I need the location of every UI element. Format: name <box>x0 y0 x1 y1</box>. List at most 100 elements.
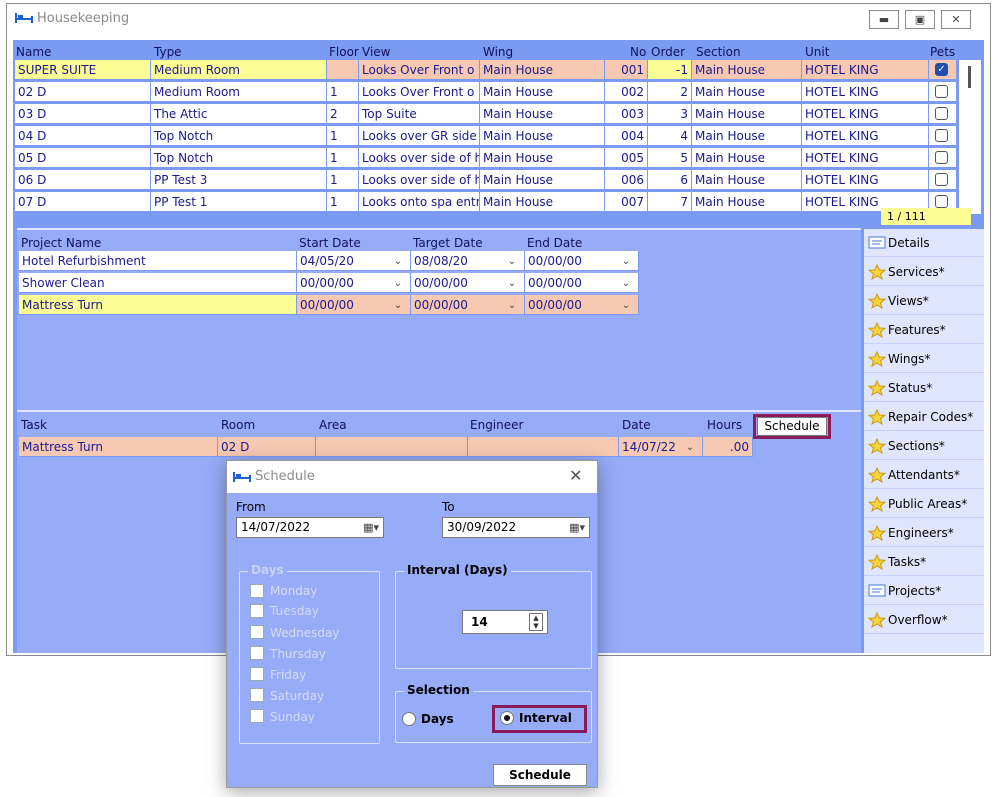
rooms-scrollbar[interactable] <box>959 60 981 214</box>
room-unit[interactable]: HOTEL KING <box>802 170 929 190</box>
room-section[interactable]: Main House <box>692 104 802 124</box>
room-section[interactable]: Main House <box>692 170 802 190</box>
task-engineer[interactable] <box>468 437 619 457</box>
col-header-engineer[interactable]: Engineer <box>470 418 523 432</box>
chevron-down-icon[interactable]: ⌄ <box>616 297 636 314</box>
project-start-date[interactable]: 00/00/00 ⌄ <box>297 295 411 315</box>
room-order[interactable]: 2 <box>648 82 692 102</box>
room-unit[interactable]: HOTEL KING <box>802 82 929 102</box>
room-section[interactable]: Main House <box>692 148 802 168</box>
col-header-task[interactable]: Task <box>21 418 47 432</box>
sidebar-item-sections[interactable]: Sections* <box>864 432 984 460</box>
scrollbar-thumb[interactable] <box>968 66 971 88</box>
chevron-down-icon[interactable]: ⌄ <box>680 439 700 456</box>
room-no[interactable]: 003 <box>605 104 648 124</box>
pets-checkbox[interactable] <box>935 151 948 164</box>
room-order[interactable]: 7 <box>648 192 692 212</box>
room-wing[interactable]: Main House <box>480 148 605 168</box>
task-area[interactable] <box>316 437 468 457</box>
sidebar-item-repair-codes[interactable]: Repair Codes* <box>864 403 984 431</box>
saturday-checkbox[interactable] <box>250 688 264 702</box>
minimize-button[interactable]: ▬ <box>869 10 899 29</box>
task-name[interactable]: Mattress Turn <box>19 437 218 457</box>
room-unit[interactable]: HOTEL KING <box>802 126 929 146</box>
room-section[interactable]: Main House <box>692 192 802 212</box>
room-floor[interactable]: 1 <box>327 126 359 146</box>
chevron-down-icon[interactable]: ⌄ <box>616 275 636 292</box>
room-name[interactable]: 05 D <box>15 148 151 168</box>
project-end-date[interactable]: 00/00/00 ⌄ <box>525 295 639 315</box>
room-section[interactable]: Main House <box>692 82 802 102</box>
monday-checkbox[interactable] <box>250 584 264 598</box>
pets-checkbox[interactable] <box>935 85 948 98</box>
room-no[interactable]: 005 <box>605 148 648 168</box>
col-header-date[interactable]: Date <box>622 418 651 432</box>
col-header-floor[interactable]: Floor <box>329 45 359 59</box>
project-target-date[interactable]: 00/00/00 ⌄ <box>411 273 525 293</box>
room-no[interactable]: 007 <box>605 192 648 212</box>
friday-checkbox[interactable] <box>250 667 264 681</box>
pets-checkbox[interactable] <box>935 107 948 120</box>
room-floor[interactable]: 1 <box>327 192 359 212</box>
room-type[interactable]: The Attic <box>151 104 327 124</box>
room-order[interactable]: 4 <box>648 126 692 146</box>
col-header-view[interactable]: View <box>362 45 390 59</box>
col-header-wing[interactable]: Wing <box>483 45 513 59</box>
col-header-section[interactable]: Section <box>696 45 741 59</box>
col-header-name[interactable]: Name <box>16 45 51 59</box>
room-name[interactable]: 03 D <box>15 104 151 124</box>
maximize-button[interactable]: ▣ <box>905 10 935 29</box>
chevron-down-icon[interactable]: ⌄ <box>502 253 522 270</box>
room-type[interactable]: PP Test 3 <box>151 170 327 190</box>
sidebar-item-views[interactable]: Views* <box>864 287 984 315</box>
room-order[interactable]: 6 <box>648 170 692 190</box>
project-name[interactable]: Mattress Turn <box>19 295 297 315</box>
chevron-down-icon[interactable]: ⌄ <box>616 253 636 270</box>
room-no[interactable]: 006 <box>605 170 648 190</box>
room-wing[interactable]: Main House <box>480 126 605 146</box>
room-type[interactable]: Medium Room <box>151 82 327 102</box>
room-floor[interactable] <box>327 60 359 80</box>
spinner-arrows-icon[interactable]: ▲ ▼ <box>529 613 543 631</box>
sidebar-item-services[interactable]: Services* <box>864 258 984 286</box>
room-wing[interactable]: Main House <box>480 192 605 212</box>
project-start-date[interactable]: 04/05/20 ⌄ <box>297 251 411 271</box>
pets-checkbox[interactable] <box>935 173 948 186</box>
calendar-dropdown-icon[interactable]: ▦▾ <box>363 518 379 537</box>
project-start-date[interactable]: 00/00/00 ⌄ <box>297 273 411 293</box>
room-section[interactable]: Main House <box>692 126 802 146</box>
col-header-start-date[interactable]: Start Date <box>299 236 361 250</box>
sidebar-item-overflow[interactable]: Overflow* <box>864 606 984 634</box>
room-order[interactable]: 5 <box>648 148 692 168</box>
room-no[interactable]: 002 <box>605 82 648 102</box>
room-type[interactable]: Medium Room <box>151 60 327 80</box>
room-section[interactable]: Main House <box>692 60 802 80</box>
room-floor[interactable]: 1 <box>327 170 359 190</box>
room-order[interactable]: 3 <box>648 104 692 124</box>
room-wing[interactable]: Main House <box>480 104 605 124</box>
project-target-date[interactable]: 08/08/20 ⌄ <box>411 251 525 271</box>
thursday-checkbox[interactable] <box>250 646 264 660</box>
room-view[interactable]: Looks onto spa entr <box>359 192 480 212</box>
room-unit[interactable]: HOTEL KING <box>802 104 929 124</box>
room-unit[interactable]: HOTEL KING <box>802 148 929 168</box>
room-name[interactable]: 04 D <box>15 126 151 146</box>
sidebar-item-public-areas[interactable]: Public Areas* <box>864 490 984 518</box>
from-date-field[interactable]: 14/07/2022 ▦▾ <box>236 517 384 538</box>
room-type[interactable]: PP Test 1 <box>151 192 327 212</box>
room-name[interactable]: SUPER SUITE <box>15 60 151 80</box>
project-name[interactable]: Hotel Refurbishment <box>19 251 297 271</box>
room-floor[interactable]: 1 <box>327 82 359 102</box>
room-pets-cell[interactable] <box>929 148 957 168</box>
room-name[interactable]: 02 D <box>15 82 151 102</box>
room-view[interactable]: Looks over GR side <box>359 126 480 146</box>
col-header-area[interactable]: Area <box>319 418 347 432</box>
sidebar-item-features[interactable]: Features* <box>864 316 984 344</box>
room-no[interactable]: 001 <box>605 60 648 80</box>
days-radio[interactable] <box>402 712 416 726</box>
room-floor[interactable]: 1 <box>327 148 359 168</box>
room-pets-cell[interactable] <box>929 126 957 146</box>
room-view[interactable]: Looks Over Front o <box>359 60 480 80</box>
room-pets-cell[interactable] <box>929 170 957 190</box>
chevron-down-icon[interactable]: ⌄ <box>388 275 408 292</box>
